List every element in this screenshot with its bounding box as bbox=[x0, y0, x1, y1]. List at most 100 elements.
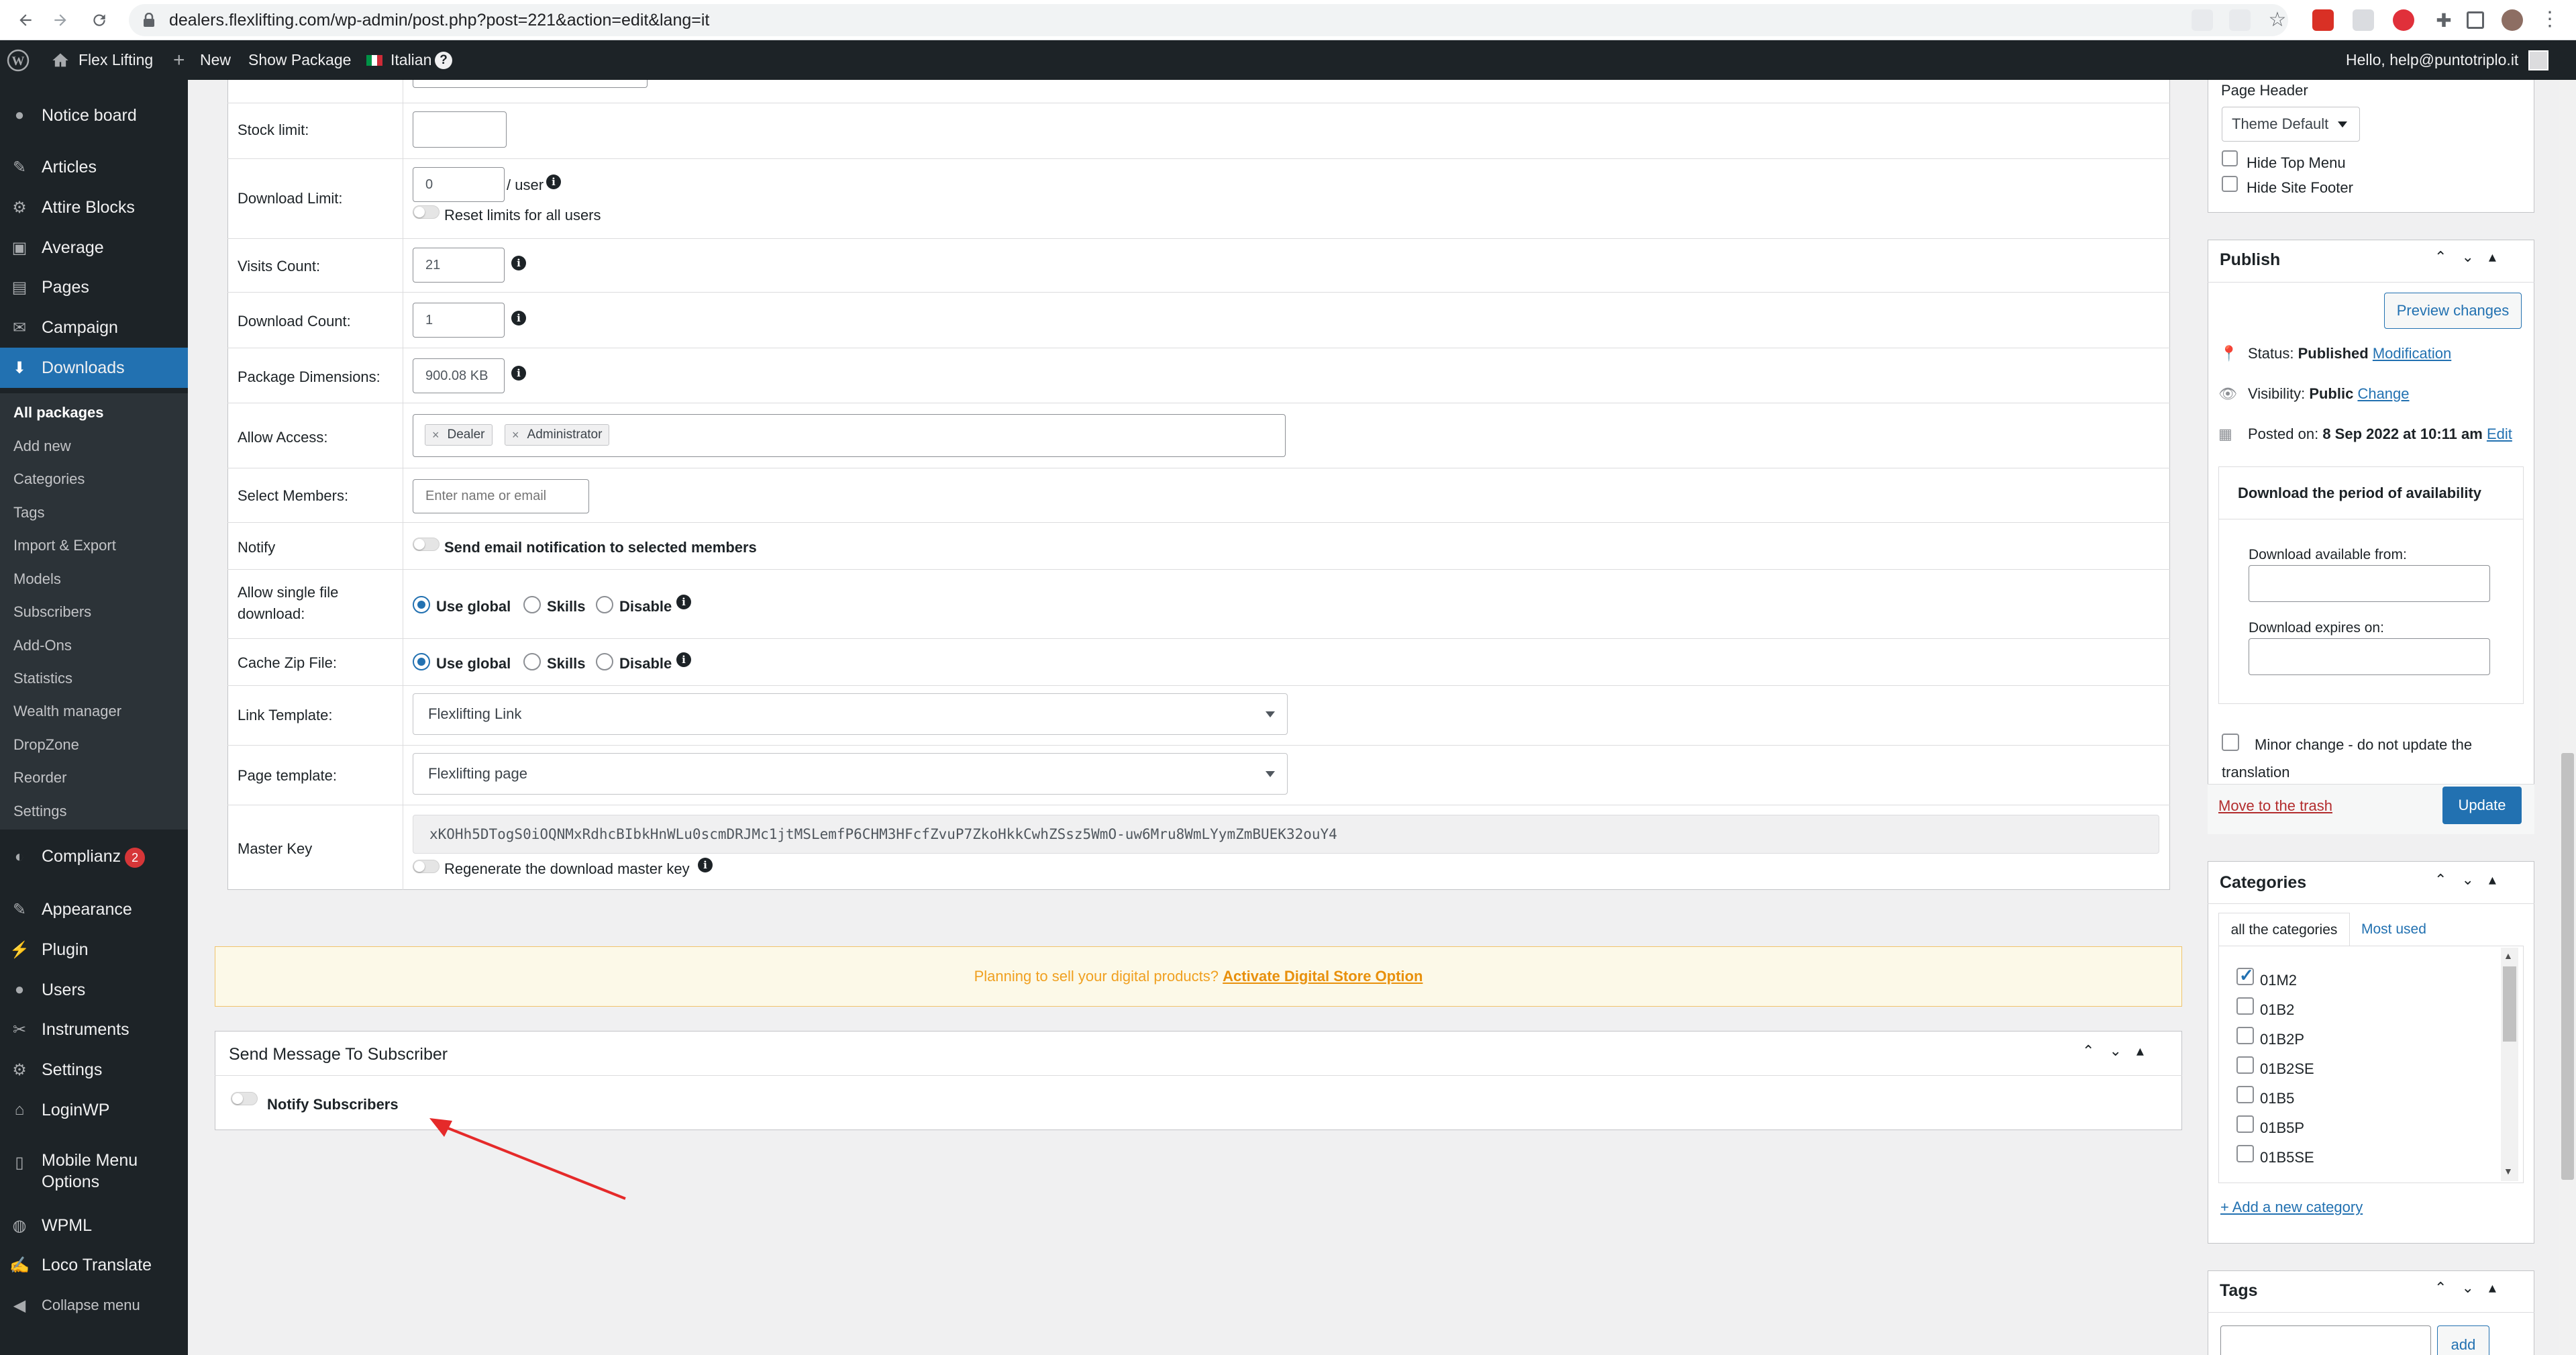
sidebar-item-downloads[interactable]: ⬇ Downloads bbox=[0, 348, 188, 388]
add-tag-button[interactable]: add bbox=[2437, 1325, 2489, 1355]
move-up-icon[interactable]: ⌃ bbox=[2434, 871, 2446, 889]
site-name[interactable]: Flex Lifting bbox=[79, 40, 153, 80]
sidebar-item-settings[interactable]: ⚙ Settings bbox=[0, 1056, 188, 1083]
edit-visibility-link[interactable]: Change bbox=[2357, 385, 2409, 402]
stock-limit-input[interactable] bbox=[413, 111, 507, 148]
category-checkbox[interactable] bbox=[2236, 1086, 2254, 1103]
page-scrollbar-thumb[interactable] bbox=[2561, 753, 2574, 1180]
submenu-models[interactable]: Models bbox=[13, 570, 61, 588]
adblock-icon[interactable] bbox=[2393, 9, 2414, 31]
profile-avatar[interactable] bbox=[2502, 9, 2523, 31]
tab-most-used[interactable]: Most used bbox=[2361, 921, 2426, 938]
cache-zip-global-radio[interactable] bbox=[413, 653, 430, 670]
collapse-toggle-icon[interactable]: ▴ bbox=[2489, 1279, 2496, 1297]
sidepanel-icon[interactable] bbox=[2467, 11, 2484, 29]
download-count-input[interactable]: 1 bbox=[413, 303, 505, 338]
menu-dots-icon[interactable]: ⋮ bbox=[2539, 9, 2561, 31]
scroll-up-icon[interactable]: ▲ bbox=[2504, 950, 2513, 961]
extension-red-icon[interactable] bbox=[2312, 9, 2334, 31]
sidebar-item-complianz[interactable]: ◐ Complianz 2 bbox=[0, 844, 188, 870]
submenu-add-ons[interactable]: Add-Ons bbox=[13, 637, 72, 654]
cache-zip-disable-radio[interactable] bbox=[596, 653, 613, 670]
category-checkbox[interactable] bbox=[2236, 1056, 2254, 1074]
remove-icon[interactable]: × bbox=[432, 428, 440, 442]
role-chip-dealer[interactable]: × Dealer bbox=[425, 424, 493, 446]
remove-icon[interactable]: × bbox=[512, 428, 519, 442]
edit-date-link[interactable]: Edit bbox=[2487, 425, 2512, 442]
submenu-statistics[interactable]: Statistics bbox=[13, 670, 72, 687]
move-down-icon[interactable]: ⌄ bbox=[2109, 1042, 2121, 1060]
move-down-icon[interactable]: ⌄ bbox=[2461, 871, 2473, 889]
info-icon[interactable]: i bbox=[698, 858, 713, 872]
move-up-icon[interactable]: ⌃ bbox=[2082, 1042, 2094, 1060]
user-greeting[interactable]: Hello, help@puntotriplo.it bbox=[2346, 40, 2518, 80]
info-icon[interactable]: i bbox=[676, 652, 691, 667]
hide-top-menu-checkbox[interactable] bbox=[2222, 150, 2238, 166]
scroll-down-icon[interactable]: ▼ bbox=[2504, 1166, 2513, 1176]
collapse-toggle-icon[interactable]: ▴ bbox=[2489, 248, 2496, 266]
extension-grey-icon[interactable] bbox=[2353, 9, 2374, 31]
sidebar-item-appearance[interactable]: ✎ Appearance bbox=[0, 896, 188, 923]
cut-off-field[interactable] bbox=[413, 80, 648, 88]
visits-count-input[interactable]: 21 bbox=[413, 248, 505, 283]
submenu-dropzone[interactable]: DropZone bbox=[13, 736, 79, 754]
hide-site-footer-checkbox[interactable] bbox=[2222, 176, 2238, 192]
translate-icon[interactable] bbox=[2192, 9, 2213, 31]
page-template-select[interactable]: Flexlifting page bbox=[413, 753, 1288, 795]
link-template-select[interactable]: Flexlifting Link bbox=[413, 693, 1288, 735]
category-checkbox[interactable] bbox=[2236, 1145, 2254, 1162]
info-icon[interactable]: i bbox=[511, 366, 526, 381]
preview-changes-button[interactable]: Preview changes bbox=[2384, 293, 2522, 329]
info-icon[interactable]: i bbox=[511, 311, 526, 325]
move-down-icon[interactable]: ⌄ bbox=[2461, 248, 2473, 266]
regenerate-key-toggle[interactable] bbox=[413, 860, 440, 873]
activate-store-link[interactable]: Activate Digital Store Option bbox=[1223, 968, 1423, 985]
info-icon[interactable]: i bbox=[511, 256, 526, 270]
submenu-wealth-manager[interactable]: Wealth manager bbox=[13, 703, 121, 720]
info-icon[interactable]: i bbox=[676, 595, 691, 609]
collapse-toggle-icon[interactable]: ▴ bbox=[2136, 1042, 2144, 1060]
submenu-add-new[interactable]: Add new bbox=[13, 438, 71, 455]
category-checkbox[interactable] bbox=[2236, 1115, 2254, 1133]
wordpress-logo-icon[interactable]: W bbox=[7, 40, 30, 80]
notify-members-toggle[interactable] bbox=[413, 538, 440, 551]
cache-zip-skills-radio[interactable] bbox=[523, 653, 541, 670]
notify-subscribers-toggle[interactable] bbox=[231, 1092, 258, 1105]
submenu-subscribers[interactable]: Subscribers bbox=[13, 603, 91, 621]
collapse-menu-button[interactable]: ◀ Collapse menu bbox=[0, 1292, 188, 1319]
sidebar-item-loco-translate[interactable]: ✍ Loco Translate bbox=[0, 1252, 188, 1278]
move-to-trash-link[interactable]: Move to the trash bbox=[2218, 797, 2332, 815]
sidebar-item-plugin[interactable]: ⚡ Plugin bbox=[0, 936, 188, 963]
reload-icon[interactable] bbox=[86, 7, 113, 34]
sidebar-item-campaign[interactable]: ✉ Campaign bbox=[0, 314, 188, 341]
tab-all-categories[interactable]: all the categories bbox=[2218, 913, 2350, 946]
role-chip-administrator[interactable]: × Administrator bbox=[505, 424, 610, 446]
expires-on-input[interactable] bbox=[2249, 638, 2490, 675]
edit-status-link[interactable]: Modification bbox=[2373, 345, 2451, 362]
back-icon[interactable] bbox=[12, 7, 39, 34]
category-checkbox[interactable] bbox=[2236, 1027, 2254, 1044]
available-from-input[interactable] bbox=[2249, 565, 2490, 602]
collapse-toggle-icon[interactable]: ▴ bbox=[2489, 871, 2496, 889]
submenu-reorder[interactable]: Reorder bbox=[13, 769, 66, 787]
site-home-icon[interactable] bbox=[51, 40, 70, 80]
info-icon[interactable]: i bbox=[546, 174, 561, 189]
move-down-icon[interactable]: ⌄ bbox=[2461, 1279, 2473, 1297]
category-checkbox[interactable] bbox=[2236, 997, 2254, 1015]
sidebar-item-average[interactable]: ▣ Average bbox=[0, 234, 188, 261]
submenu-import-export[interactable]: Import & Export bbox=[13, 537, 116, 554]
add-category-link[interactable]: + Add a new category bbox=[2220, 1199, 2363, 1216]
sidebar-item-instruments[interactable]: ✂ Instruments bbox=[0, 1016, 188, 1043]
plus-icon[interactable]: + bbox=[173, 40, 185, 80]
submenu-settings[interactable]: Settings bbox=[13, 803, 67, 820]
submenu-tags[interactable]: Tags bbox=[13, 504, 44, 521]
address-bar[interactable]: dealers.flexlifting.com/wp-admin/post.ph… bbox=[129, 4, 2288, 36]
new-content-link[interactable]: New bbox=[200, 40, 231, 80]
sidebar-item-loginwp[interactable]: ⌂ LoginWP bbox=[0, 1097, 188, 1123]
minor-change-checkbox[interactable] bbox=[2222, 734, 2239, 751]
sidebar-item-mobile-menu[interactable]: ▯ Mobile Menu Options bbox=[0, 1150, 188, 1194]
page-header-select[interactable]: Theme Default bbox=[2222, 107, 2361, 142]
category-checkbox[interactable] bbox=[2236, 965, 2254, 986]
sidebar-item-users[interactable]: ● Users bbox=[0, 976, 188, 1003]
help-icon[interactable]: ? bbox=[435, 40, 452, 80]
